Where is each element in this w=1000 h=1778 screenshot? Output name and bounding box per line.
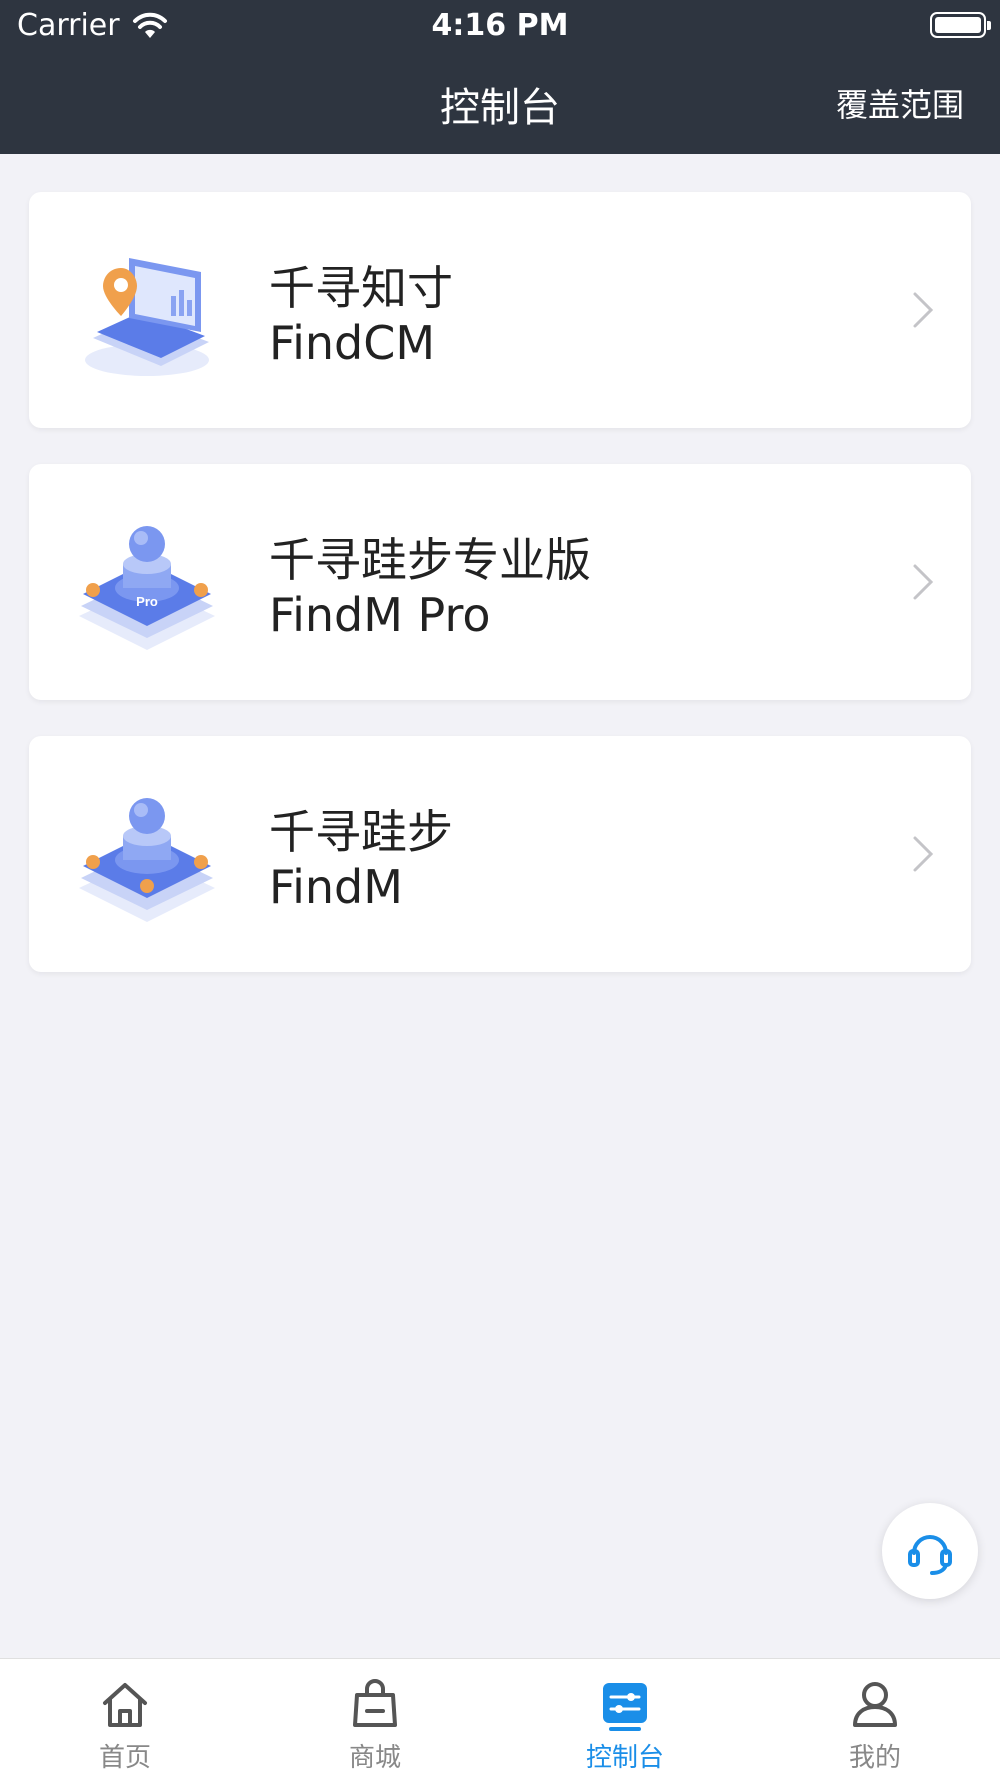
home-icon xyxy=(103,1683,147,1727)
customer-support-button[interactable] xyxy=(882,1503,978,1599)
platform-icon xyxy=(79,798,215,922)
tab-bar: 首页 商城 控制台 我的 xyxy=(0,1658,1000,1778)
tab-mine[interactable]: 我的 xyxy=(750,1659,1000,1778)
product-card-findm[interactable]: 千寻跬步 FindM xyxy=(29,736,971,972)
chevron-right-icon xyxy=(913,564,934,600)
headset-icon xyxy=(908,1535,952,1575)
battery-level xyxy=(935,17,981,33)
tab-label: 控制台 xyxy=(585,1743,664,1773)
pro-badge: Pro xyxy=(136,594,158,609)
platform-pro-icon: Pro xyxy=(79,526,215,650)
laptop-location-icon xyxy=(85,258,209,376)
tab-label: 商城 xyxy=(348,1743,401,1773)
tab-label: 我的 xyxy=(848,1743,901,1773)
status-time: 4:16 PM xyxy=(431,8,569,43)
card-title: 千寻跬步 xyxy=(269,805,453,859)
status-bar: Carrier 4:16 PM xyxy=(0,0,1000,50)
product-card-findm-pro[interactable]: Pro 千寻跬步专业版 FindM Pro xyxy=(29,464,971,700)
card-title: 千寻跬步专业版 xyxy=(269,533,591,587)
tab-label: 首页 xyxy=(98,1743,151,1773)
shopping-bag-icon xyxy=(353,1679,397,1727)
tab-home[interactable]: 首页 xyxy=(0,1659,250,1778)
coverage-button[interactable]: 覆盖范围 xyxy=(836,80,964,126)
product-card-findcm[interactable]: 千寻知寸 FindCM xyxy=(29,192,971,428)
user-icon xyxy=(853,1682,897,1727)
chevron-right-icon xyxy=(913,836,934,872)
card-subtitle: FindCM xyxy=(269,316,436,370)
battery-icon xyxy=(930,12,991,38)
chevron-right-icon xyxy=(913,292,934,328)
header: Carrier 4:16 PM 控制台 覆盖范围 xyxy=(0,0,1000,154)
tab-console[interactable]: 控制台 xyxy=(500,1659,750,1778)
card-subtitle: FindM Pro xyxy=(269,588,491,642)
tab-mall[interactable]: 商城 xyxy=(250,1659,500,1778)
card-title: 千寻知寸 xyxy=(269,261,453,315)
card-subtitle: FindM xyxy=(269,860,403,914)
console-icon xyxy=(603,1683,647,1731)
